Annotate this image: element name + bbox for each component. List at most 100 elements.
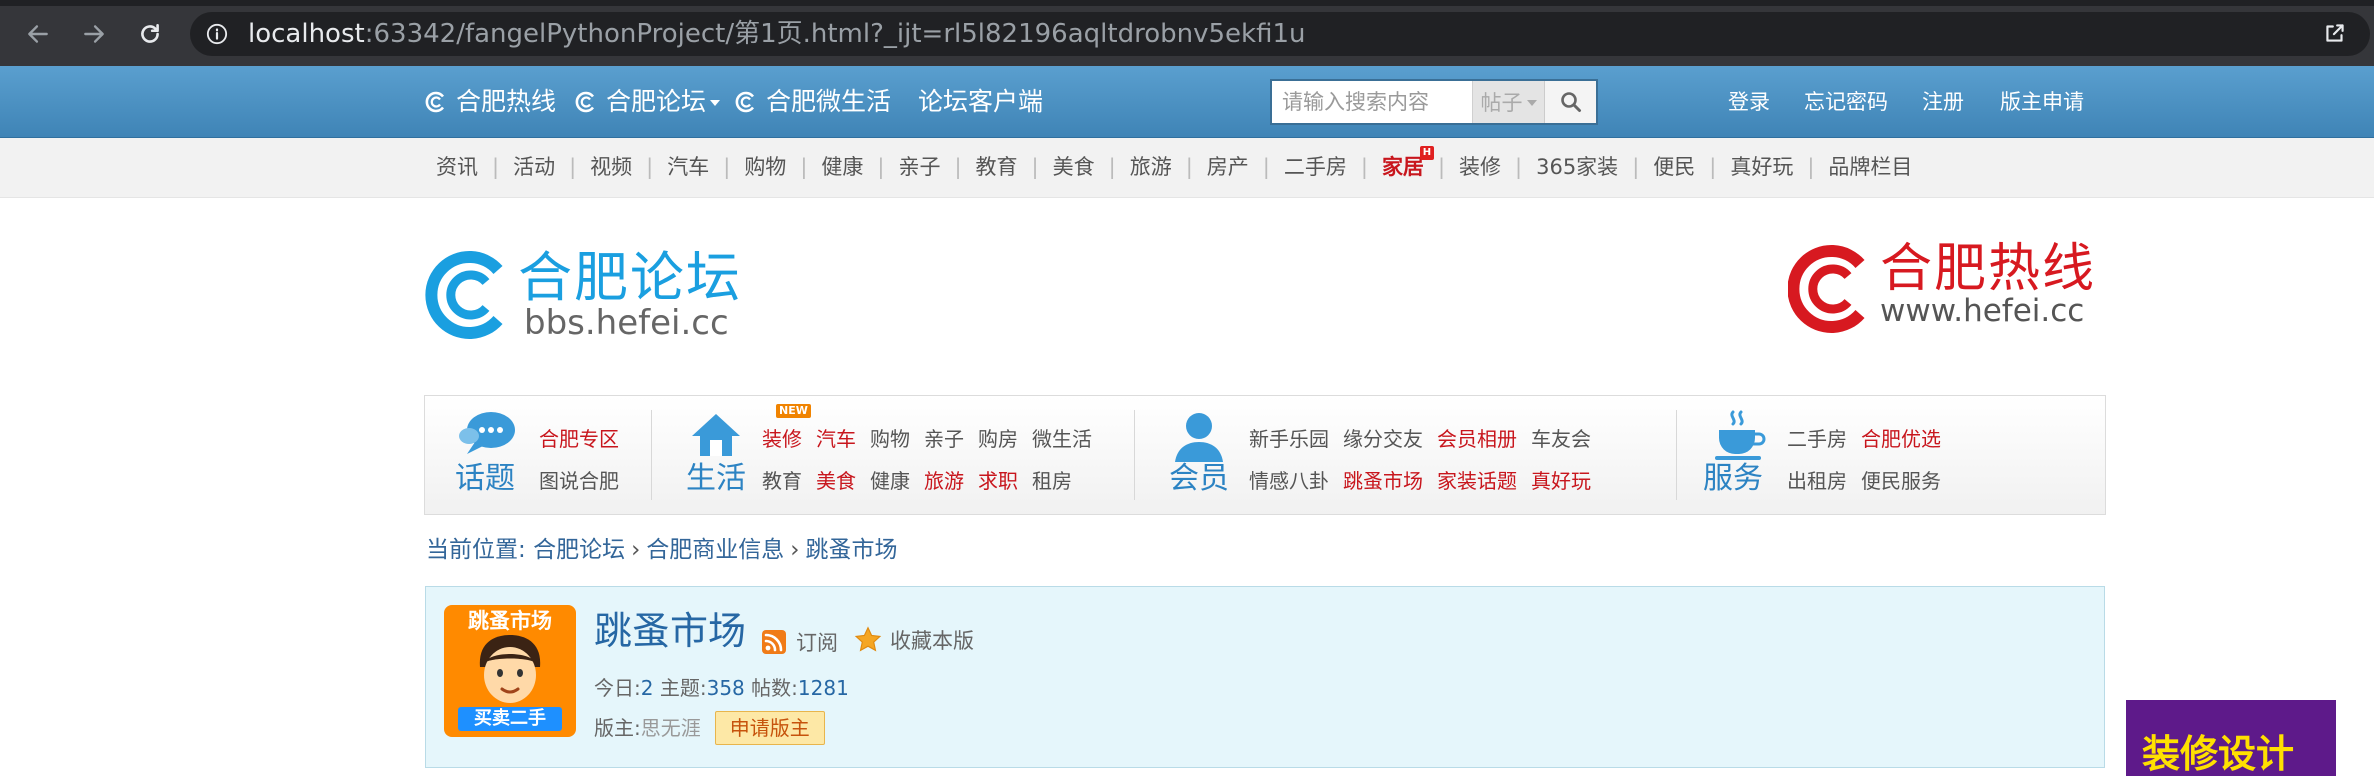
channel-item[interactable]: 365家装 — [1536, 154, 1618, 180]
channel-item-highlight[interactable]: 家居 H — [1382, 146, 1434, 180]
avatar-top-text: 跳蚤市场 — [468, 609, 552, 633]
category-topic: 话题 合肥专区 图说合肥 — [425, 396, 651, 514]
favorite-label: 收藏本版 — [890, 629, 974, 653]
category-link[interactable]: 合肥优选 — [1861, 418, 1941, 460]
channel-item[interactable]: 二手房 — [1284, 154, 1347, 180]
category-link[interactable]: 缘分交友 — [1343, 418, 1423, 460]
c-logo-icon — [1788, 245, 1865, 333]
category-service: 服务 二手房 合肥优选 出租房 便民服务 — [1677, 396, 2105, 514]
breadcrumb-item[interactable]: 合肥商业信息 — [646, 537, 784, 563]
share-button[interactable] — [2322, 20, 2348, 46]
category-link[interactable]: 二手房 — [1787, 418, 1847, 460]
channel-item[interactable]: 装修 — [1459, 154, 1501, 180]
category-link[interactable]: 车友会 — [1531, 418, 1591, 460]
category-link[interactable]: 租房 — [1032, 460, 1072, 502]
reload-button[interactable] — [130, 14, 170, 54]
topbar-link-hefei-micro-life[interactable]: 合肥微生活 — [734, 88, 891, 116]
category-link[interactable]: 情感八卦 — [1249, 460, 1329, 502]
channel-item[interactable]: 视频 — [590, 154, 632, 180]
category-link[interactable]: 微生活 — [1032, 418, 1092, 460]
category-link[interactable]: 美食 — [816, 460, 856, 502]
forgot-password-link[interactable]: 忘记密码 — [1804, 90, 1888, 114]
register-link[interactable]: 注册 — [1922, 90, 1964, 114]
category-link[interactable]: 便民服务 — [1861, 460, 1941, 502]
browser-tab-strip — [0, 0, 2374, 6]
category-link[interactable]: 图说合肥 — [539, 460, 619, 502]
channel-item[interactable]: 便民 — [1653, 154, 1695, 180]
category-label: 会员 — [1169, 461, 1229, 496]
category-link[interactable]: 购物 — [870, 418, 910, 460]
category-link[interactable]: 教育 — [762, 460, 802, 502]
channel-item[interactable]: 亲子 — [898, 154, 940, 180]
breadcrumb-separator: › — [631, 537, 641, 563]
category-link[interactable]: 合肥专区 — [539, 418, 619, 460]
search-type-select[interactable]: 帖子 — [1472, 81, 1544, 123]
favorite-board-button[interactable]: 收藏本版 — [854, 625, 974, 655]
category-link[interactable]: 家装话题 — [1437, 460, 1517, 502]
topbar-link-label: 合肥论坛 — [606, 87, 707, 116]
category-link[interactable]: 求职 — [978, 460, 1018, 502]
channel-separator: | — [1437, 155, 1446, 179]
channel-item[interactable]: 真好玩 — [1730, 154, 1793, 180]
chat-bubble-icon — [459, 412, 515, 454]
category-link-label: 图说合肥 — [539, 469, 619, 493]
topbar-link-hefei-forum[interactable]: 合肥论坛 — [574, 87, 721, 116]
category-link[interactable]: 真好玩 — [1531, 460, 1591, 502]
channel-item[interactable]: 美食 — [1053, 154, 1095, 180]
c-logo-icon — [735, 91, 755, 113]
channel-item[interactable]: 资讯 — [436, 154, 478, 180]
site-info-icon[interactable] — [206, 23, 228, 45]
channel-separator: | — [1515, 155, 1523, 179]
channel-item[interactable]: 旅游 — [1130, 154, 1172, 180]
forward-button[interactable] — [74, 14, 114, 54]
moderator-apply-link[interactable]: 版主申请 — [2000, 90, 2084, 114]
search-input[interactable] — [1272, 81, 1472, 123]
channel-item[interactable]: 健康 — [821, 154, 863, 180]
search-icon — [1560, 92, 1581, 112]
topbar-link-forum-client[interactable]: 论坛客户端 — [918, 88, 1043, 116]
category-link-label: 真好玩 — [1531, 469, 1591, 493]
category-link[interactable]: 购房 — [978, 418, 1018, 460]
category-link[interactable]: 跳蚤市场 — [1343, 460, 1423, 502]
category-link[interactable]: 出租房 — [1787, 460, 1847, 502]
category-link[interactable]: 汽车 — [816, 418, 856, 460]
breadcrumb-separator: › — [790, 537, 800, 563]
category-link[interactable]: 旅游 — [924, 460, 964, 502]
arrow-left-icon — [28, 25, 48, 43]
search-button[interactable] — [1544, 81, 1596, 123]
posts-label: 帖数: — [751, 676, 798, 700]
channel-item[interactable]: 房产 — [1207, 154, 1249, 180]
channel-item[interactable]: 品牌栏目 — [1828, 154, 1912, 180]
topbar-link-hefei-hotline[interactable]: 合肥热线 — [424, 88, 556, 116]
subscribe-button[interactable]: 订阅 — [762, 627, 838, 657]
cartoon-face-icon — [479, 635, 541, 703]
category-links: 二手房 合肥优选 出租房 便民服务 — [1787, 418, 1955, 502]
back-button[interactable] — [18, 14, 58, 54]
breadcrumb-item[interactable]: 合肥论坛 — [533, 537, 625, 563]
category-link[interactable]: 亲子 — [924, 418, 964, 460]
ad-banner[interactable]: 装修设计 — [2126, 700, 2336, 776]
channel-separator: | — [1031, 155, 1039, 179]
category-link-label: 健康 — [870, 469, 910, 493]
category-link[interactable]: 健康 — [870, 460, 910, 502]
category-link[interactable]: 会员相册 — [1437, 418, 1517, 460]
channel-separator: | — [1108, 155, 1116, 179]
category-link-label: 购房 — [978, 427, 1018, 451]
category-life: 生活 装修 NEW 汽车 购物 亲子 购房 微生活 教育 美食 健康 旅游 求职 租房 — [652, 396, 1132, 514]
moderator-name[interactable]: 思无涯 — [641, 711, 701, 745]
channel-item[interactable]: 购物 — [744, 154, 786, 180]
channel-item[interactable]: 活动 — [513, 154, 555, 180]
address-bar[interactable]: localhost:63342/fangelPythonProject/第1页.… — [190, 12, 2370, 56]
logo-title: 合肥热线 — [1880, 239, 2097, 299]
channel-item[interactable]: 汽车 — [667, 154, 709, 180]
category-link-label: 缘分交友 — [1343, 427, 1423, 451]
breadcrumb-item[interactable]: 跳蚤市场 — [805, 537, 897, 563]
channel-item[interactable]: 教育 — [976, 154, 1018, 180]
category-link[interactable]: 装修 NEW — [762, 404, 811, 460]
category-link[interactable]: 新手乐园 — [1249, 418, 1329, 460]
hefei-hotline-logo[interactable]: 合肥热线 www.hefei.cc — [1788, 240, 2098, 336]
login-link[interactable]: 登录 — [1728, 90, 1770, 114]
url-text[interactable]: localhost:63342/fangelPythonProject/第1页.… — [248, 20, 1305, 48]
hefei-forum-logo[interactable]: 合肥论坛 bbs.hefei.cc — [424, 248, 744, 342]
apply-moderator-button[interactable]: 申请版主 — [714, 711, 825, 745]
